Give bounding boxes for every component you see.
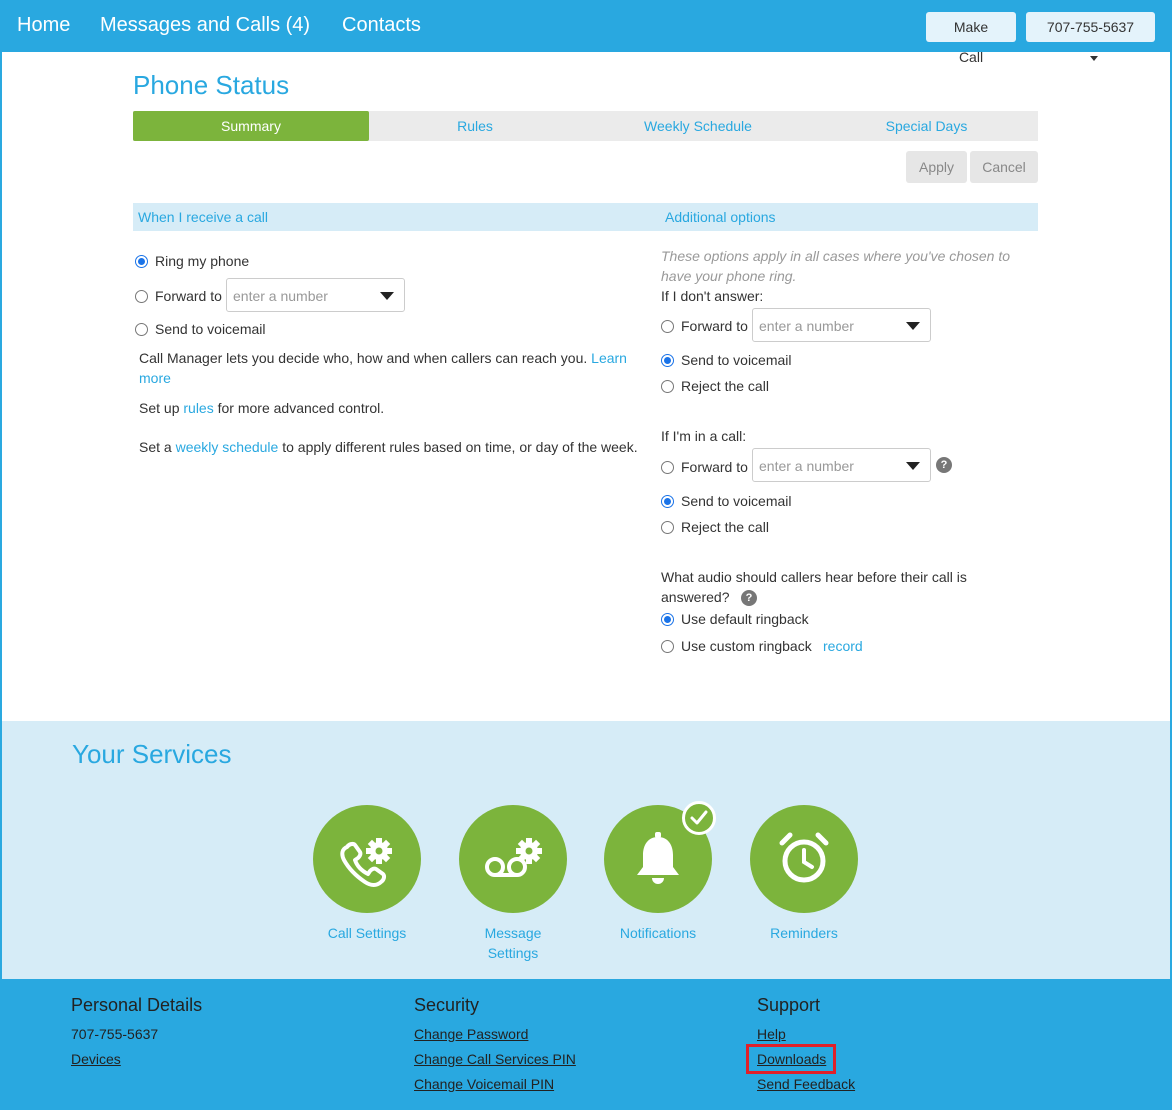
tab-weekly-schedule[interactable]: Weekly Schedule xyxy=(581,111,815,141)
notifications-label[interactable]: Notifications xyxy=(598,923,718,943)
reminders-label[interactable]: Reminders xyxy=(744,923,864,943)
weekly-schedule-link[interactable]: weekly schedule xyxy=(176,439,279,455)
no-answer-placeholder: enter a number xyxy=(759,318,854,334)
options-note: These options apply in all cases where y… xyxy=(661,248,1010,284)
record-link[interactable]: record xyxy=(823,638,863,654)
send-feedback-link[interactable]: Send Feedback xyxy=(757,1076,855,1092)
no-answer-reject-label: Reject the call xyxy=(681,378,769,394)
dropdown-arrow-icon xyxy=(906,322,920,330)
tab-summary[interactable]: Summary xyxy=(133,111,369,141)
downloads-highlight-box xyxy=(746,1044,836,1074)
change-call-services-pin-link[interactable]: Change Call Services PIN xyxy=(414,1051,576,1067)
phone-number-label: 707-755-5637 xyxy=(1046,19,1135,35)
ring-my-phone-radio[interactable] xyxy=(135,255,148,268)
caret-down-icon xyxy=(1089,55,1098,61)
reminders-tile[interactable] xyxy=(750,805,858,913)
info-text: Call Manager lets you decide who, how an… xyxy=(139,350,588,366)
security-title: Security xyxy=(414,995,480,1015)
in-call-label: If I'm in a call: xyxy=(661,428,747,444)
rules-info: Set up rules for more advanced control. xyxy=(139,398,639,418)
in-call-voicemail-label: Send to voicemail xyxy=(681,493,792,509)
schedule-prefix: Set a xyxy=(139,439,172,455)
in-call-forward-label: Forward to xyxy=(681,459,748,475)
default-ringback-radio[interactable] xyxy=(661,613,674,626)
no-answer-voicemail-radio[interactable] xyxy=(661,354,674,367)
change-password-link[interactable]: Change Password xyxy=(414,1026,528,1042)
tab-rules[interactable]: Rules xyxy=(369,111,581,141)
footer: Personal Details 707-755-5637 Devices Se… xyxy=(0,979,1172,1110)
tab-bar: Summary Rules Weekly Schedule Special Da… xyxy=(133,111,1038,141)
call-manager-info: Call Manager lets you decide who, how an… xyxy=(139,348,639,388)
forward-number-select[interactable]: enter a number xyxy=(226,278,405,312)
default-ringback-label: Use default ringback xyxy=(681,611,809,627)
message-settings-label[interactable]: Message Settings xyxy=(453,923,573,963)
no-answer-reject-radio[interactable] xyxy=(661,380,674,393)
rules-prefix: Set up xyxy=(139,400,180,416)
custom-ringback-label: Use custom ringback xyxy=(681,638,812,654)
services-title: Your Services xyxy=(72,739,232,769)
phone-gear-icon xyxy=(340,838,392,887)
forward-number-placeholder: enter a number xyxy=(233,288,328,304)
in-call-reject-label: Reject the call xyxy=(681,519,769,535)
enabled-check-badge xyxy=(682,801,716,835)
custom-ringback-radio[interactable] xyxy=(661,640,674,653)
nav-messages-and-calls[interactable]: Messages and Calls (4) xyxy=(100,14,310,37)
alarm-clock-icon xyxy=(779,832,829,883)
in-call-voicemail-radio[interactable] xyxy=(661,495,674,508)
dropdown-arrow-icon xyxy=(906,462,920,470)
change-voicemail-pin-link[interactable]: Change Voicemail PIN xyxy=(414,1076,554,1092)
devices-link[interactable]: Devices xyxy=(71,1051,121,1067)
section-header: When I receive a call Additional options xyxy=(133,203,1038,231)
call-settings-tile[interactable] xyxy=(313,805,421,913)
message-settings-tile[interactable] xyxy=(459,805,567,913)
schedule-suffix: to apply different rules based on time, … xyxy=(282,439,638,455)
ring-my-phone-label: Ring my phone xyxy=(155,253,250,269)
nav-contacts[interactable]: Contacts xyxy=(342,14,421,37)
schedule-info: Set a weekly schedule to apply different… xyxy=(139,437,649,457)
checkmark-icon xyxy=(690,810,708,825)
forward-to-radio[interactable] xyxy=(135,290,148,303)
dropdown-arrow-icon xyxy=(380,292,394,300)
apply-button[interactable]: Apply xyxy=(906,151,967,183)
no-answer-forward-radio[interactable] xyxy=(661,320,674,333)
page-title: Phone Status xyxy=(133,70,290,100)
no-answer-label: If I don't answer: xyxy=(661,288,764,304)
phone-number-dropdown[interactable]: 707-755-5637 xyxy=(1026,12,1155,61)
no-answer-number-select[interactable]: enter a number xyxy=(752,308,931,342)
personal-details-title: Personal Details xyxy=(71,995,203,1015)
call-settings-label[interactable]: Call Settings xyxy=(307,923,427,943)
services-section: Your Services Call Settings Message Sett… xyxy=(2,721,1170,979)
help-link[interactable]: Help xyxy=(757,1026,786,1042)
top-nav: Home Messages and Calls (4) Contacts Mak… xyxy=(0,0,1172,65)
cancel-button[interactable]: Cancel xyxy=(970,151,1038,183)
in-call-placeholder: enter a number xyxy=(759,458,854,474)
in-call-number-select[interactable]: enter a number xyxy=(752,448,931,482)
send-to-voicemail-radio[interactable] xyxy=(135,323,148,336)
additional-options-header: Additional options xyxy=(665,209,776,225)
tab-special-days[interactable]: Special Days xyxy=(815,111,1038,141)
rules-link[interactable]: rules xyxy=(183,400,213,416)
in-call-reject-radio[interactable] xyxy=(661,521,674,534)
voicemail-gear-icon xyxy=(485,838,542,877)
footer-phone-number: 707-755-5637 xyxy=(71,1026,159,1042)
audio-question: What audio should callers hear before th… xyxy=(661,569,967,605)
make-call-button[interactable]: Make Call xyxy=(926,12,1016,65)
no-answer-voicemail-label: Send to voicemail xyxy=(681,352,792,368)
in-call-forward-radio[interactable] xyxy=(661,461,674,474)
support-title: Support xyxy=(757,995,821,1015)
help-icon[interactable]: ? xyxy=(936,457,952,473)
forward-to-label: Forward to xyxy=(155,288,222,304)
rules-suffix: for more advanced control. xyxy=(217,400,385,416)
nav-home[interactable]: Home xyxy=(17,14,70,37)
no-answer-forward-label: Forward to xyxy=(681,318,748,334)
receive-call-header: When I receive a call xyxy=(138,209,268,225)
send-to-voicemail-label: Send to voicemail xyxy=(155,321,266,337)
help-icon[interactable]: ? xyxy=(741,590,757,606)
